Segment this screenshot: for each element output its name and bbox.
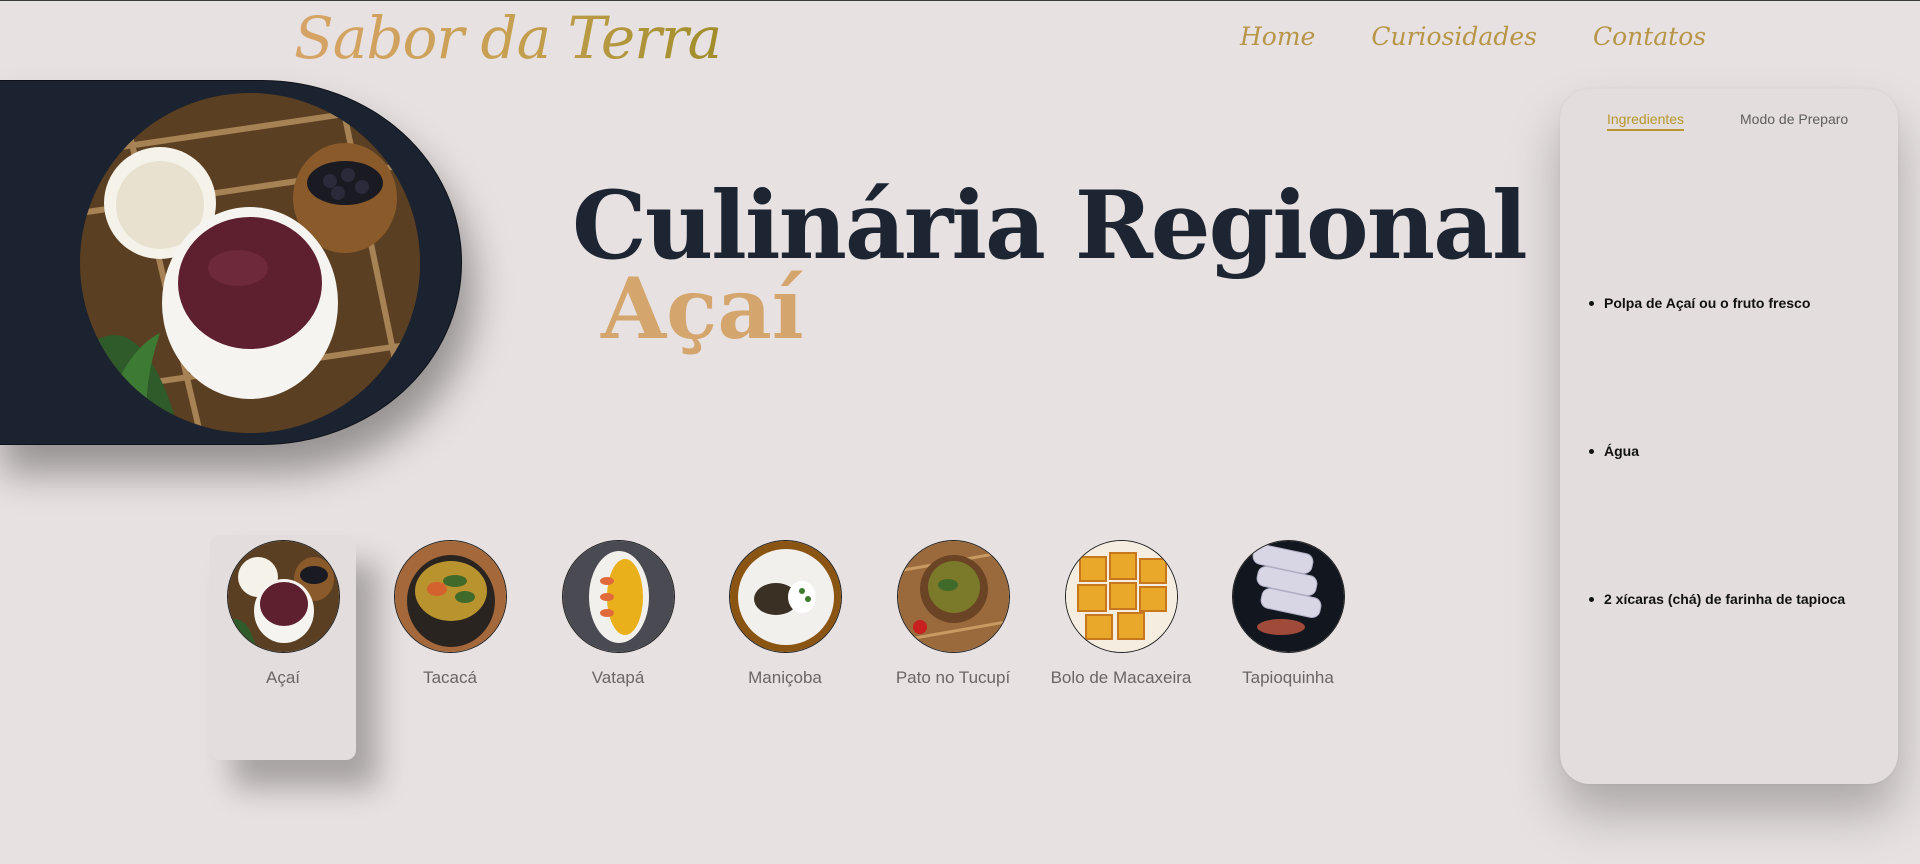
dish-label: Maniçoba [748,668,822,687]
main-nav: Home Curiosidades Contatos [1240,19,1706,55]
nav-home[interactable]: Home [1240,19,1315,55]
dish-label: Bolo de Macaxeira [1050,668,1192,687]
dish-thumbnail [561,540,675,653]
dish-thumbnail [896,540,1010,653]
dish-label: Tacacá [423,668,477,687]
recipe-panel: Ingredientes Modo de Preparo Polpa de Aç… [1560,89,1898,784]
ingredient-item: Água [1589,443,1639,459]
dish-card-tacaca[interactable]: Tacacá [377,535,523,760]
dish-card-bolo-de-macaxeira[interactable]: Bolo de Macaxeira [1048,535,1194,760]
nav-contatos[interactable]: Contatos [1593,19,1706,55]
site-logo[interactable]: Sabor da Terra [294,3,722,73]
dish-card-vatapa[interactable]: Vatapá [545,535,691,760]
dish-card-manicoba[interactable]: Maniçoba [712,535,858,760]
dish-thumbnail [393,540,507,653]
hero-dish-image [80,93,420,433]
tab-modo-de-preparo[interactable]: Modo de Preparo [1740,111,1848,129]
tab-ingredientes[interactable]: Ingredientes [1607,111,1685,131]
dish-thumbnail [1064,540,1178,653]
dish-card-pato-no-tucupi[interactable]: Pato no Tucupí [880,535,1026,760]
nav-curiosidades[interactable]: Curiosidades [1371,19,1537,55]
dish-label: Açaí [265,668,301,687]
dish-card-acai[interactable]: Açaí [210,535,356,760]
dish-thumbnail [1231,540,1345,653]
dish-label: Pato no Tucupí [895,668,1011,687]
selected-dish-title: Açaí [601,259,804,358]
dish-label: Vatapá [591,668,645,687]
dish-label: Tapioquinha [1242,668,1334,687]
ingredient-item: Polpa de Açaí ou o fruto fresco [1588,295,1811,311]
dish-thumbnail [728,540,842,653]
ingredient-item: 2 xícaras (chá) de farinha de tapioca [1588,591,1846,607]
dish-card-tapioquinha[interactable]: Tapioquinha [1215,535,1361,760]
dish-thumbnail [226,540,340,653]
